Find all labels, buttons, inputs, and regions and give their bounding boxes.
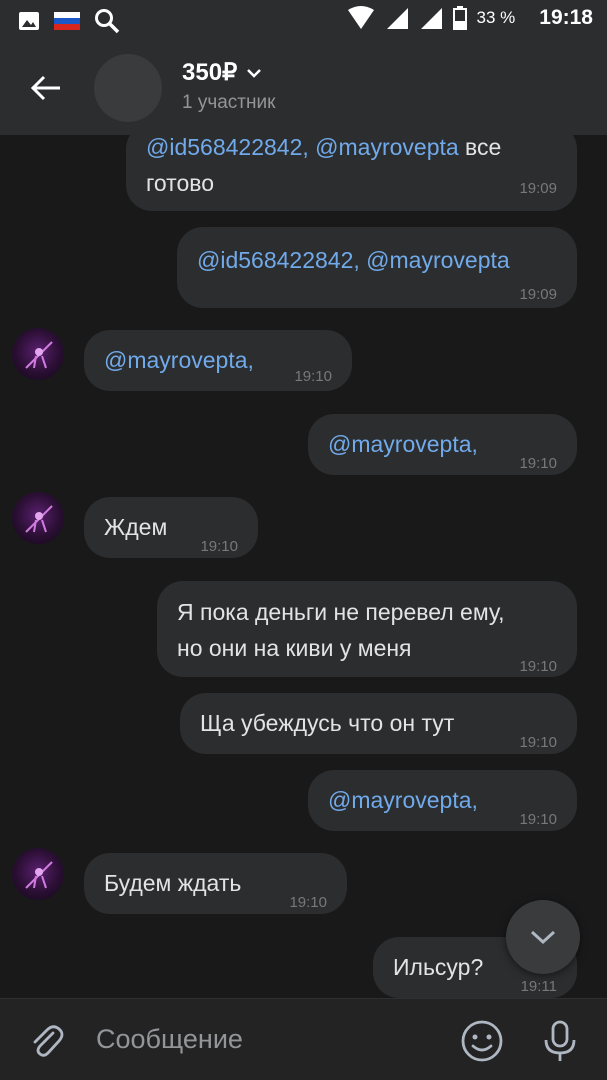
wifi-icon xyxy=(347,6,374,29)
message-time: 19:09 xyxy=(519,180,557,197)
message-mention[interactable]: @mayrovepta, xyxy=(328,787,478,813)
paperclip-icon[interactable] xyxy=(28,1021,64,1061)
message-text: Ждем xyxy=(104,514,168,540)
message-mention[interactable]: @mayrovepta, xyxy=(104,347,254,373)
message-text-line2: но они на киви у меня xyxy=(177,635,412,661)
message-mention[interactable]: @id568422842, @mayrovepta xyxy=(146,135,459,160)
message-bubble-incoming[interactable]: Ждем 19:10 xyxy=(84,497,258,558)
message-text: все xyxy=(458,135,502,160)
signal-icon xyxy=(386,8,408,29)
chat-title-text: 350₽ xyxy=(182,59,238,86)
chat-avatar[interactable] xyxy=(94,54,162,122)
message-time: 19:10 xyxy=(294,368,332,385)
smile-icon[interactable] xyxy=(460,1019,504,1063)
message-bubble-outgoing[interactable]: @mayrovepta, 19:10 xyxy=(308,770,577,831)
message-bubble-incoming[interactable]: @mayrovepta, 19:10 xyxy=(84,330,352,391)
clock: 19:18 xyxy=(539,6,593,29)
chat-title[interactable]: 350₽ xyxy=(182,58,263,87)
message-composer: Сообщение xyxy=(0,998,607,1080)
signal-icon-2 xyxy=(420,8,442,29)
message-time: 19:10 xyxy=(519,734,557,751)
status-bar: 33 % 19:18 xyxy=(0,0,607,40)
sender-avatar-image xyxy=(25,861,53,889)
message-time: 19:10 xyxy=(519,455,557,472)
message-bubble-outgoing[interactable]: @mayrovepta, 19:10 xyxy=(308,414,577,475)
message-time: 19:10 xyxy=(289,894,327,911)
search-icon xyxy=(95,9,120,34)
message-list[interactable]: @id568422842, @mayrovepta все готово 19:… xyxy=(0,135,607,998)
message-mention[interactable]: @mayrovepta, xyxy=(328,431,478,457)
message-input[interactable]: Сообщение xyxy=(96,1024,243,1055)
sender-avatar-image xyxy=(25,505,53,533)
message-bubble-outgoing[interactable]: Я пока деньги не перевел ему, но они на … xyxy=(157,581,577,677)
chevron-down-icon xyxy=(247,68,262,78)
chevron-down-icon xyxy=(530,930,556,945)
message-time: 19:09 xyxy=(519,286,557,303)
message-text-line2: готово xyxy=(146,170,214,196)
scroll-to-bottom-button[interactable] xyxy=(506,900,580,974)
message-time: 19:10 xyxy=(200,538,238,555)
message-text: Ща убеждусь что он тут xyxy=(200,710,455,736)
chat-subtitle: 1 участник xyxy=(182,92,276,113)
sender-avatar[interactable] xyxy=(12,328,64,380)
message-bubble-outgoing[interactable]: @id568422842, @mayrovepta 19:09 xyxy=(177,227,577,308)
message-text: Будем ждать xyxy=(104,870,242,896)
gallery-notification-icon xyxy=(19,12,39,30)
sender-avatar[interactable] xyxy=(12,492,64,544)
arrow-left-icon[interactable] xyxy=(28,70,64,106)
chat-header: 350₽ 1 участник xyxy=(0,40,607,135)
message-bubble-outgoing[interactable]: @id568422842, @mayrovepta все готово 19:… xyxy=(126,135,577,211)
microphone-icon[interactable] xyxy=(540,1019,580,1063)
message-mention[interactable]: @id568422842, @mayrovepta xyxy=(197,247,510,273)
message-bubble-incoming[interactable]: Будем ждать 19:10 xyxy=(84,853,347,914)
message-text: Ильсур? xyxy=(393,954,484,980)
sender-avatar[interactable] xyxy=(12,848,64,900)
message-time: 19:10 xyxy=(519,811,557,828)
message-text: Я пока деньги не перевел ему, xyxy=(177,599,505,625)
battery-icon xyxy=(452,6,467,30)
russia-flag-icon xyxy=(54,12,80,30)
sender-avatar-image xyxy=(25,341,53,369)
battery-percent: 33 % xyxy=(476,8,516,27)
message-time: 19:10 xyxy=(519,658,557,675)
message-bubble-outgoing[interactable]: Ща убеждусь что он тут 19:10 xyxy=(180,693,577,754)
